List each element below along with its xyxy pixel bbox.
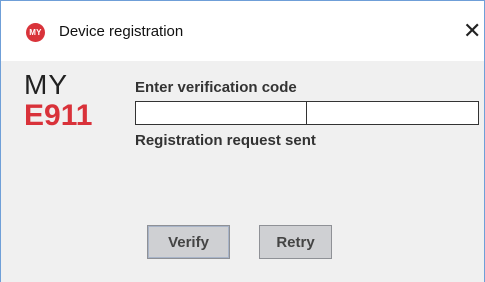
verification-code-field-2[interactable]	[306, 101, 479, 125]
retry-button[interactable]: Retry	[259, 225, 332, 259]
window-title: Device registration	[59, 23, 184, 40]
verification-code-field-1[interactable]	[135, 101, 307, 125]
my-e911-app-icon: MY	[26, 23, 45, 42]
status-message: Registration request sent	[135, 132, 316, 149]
verification-code-label: Enter verification code	[135, 79, 297, 96]
title-bar: MY Device registration ✕	[1, 1, 484, 61]
verify-button[interactable]: Verify	[147, 225, 230, 259]
logo-e911-text: E911	[24, 99, 93, 132]
close-icon[interactable]: ✕	[463, 20, 481, 42]
device-registration-window: MY Device registration ✕ MY E911 Enter v…	[0, 0, 485, 282]
logo-my-text: MY	[24, 69, 68, 100]
